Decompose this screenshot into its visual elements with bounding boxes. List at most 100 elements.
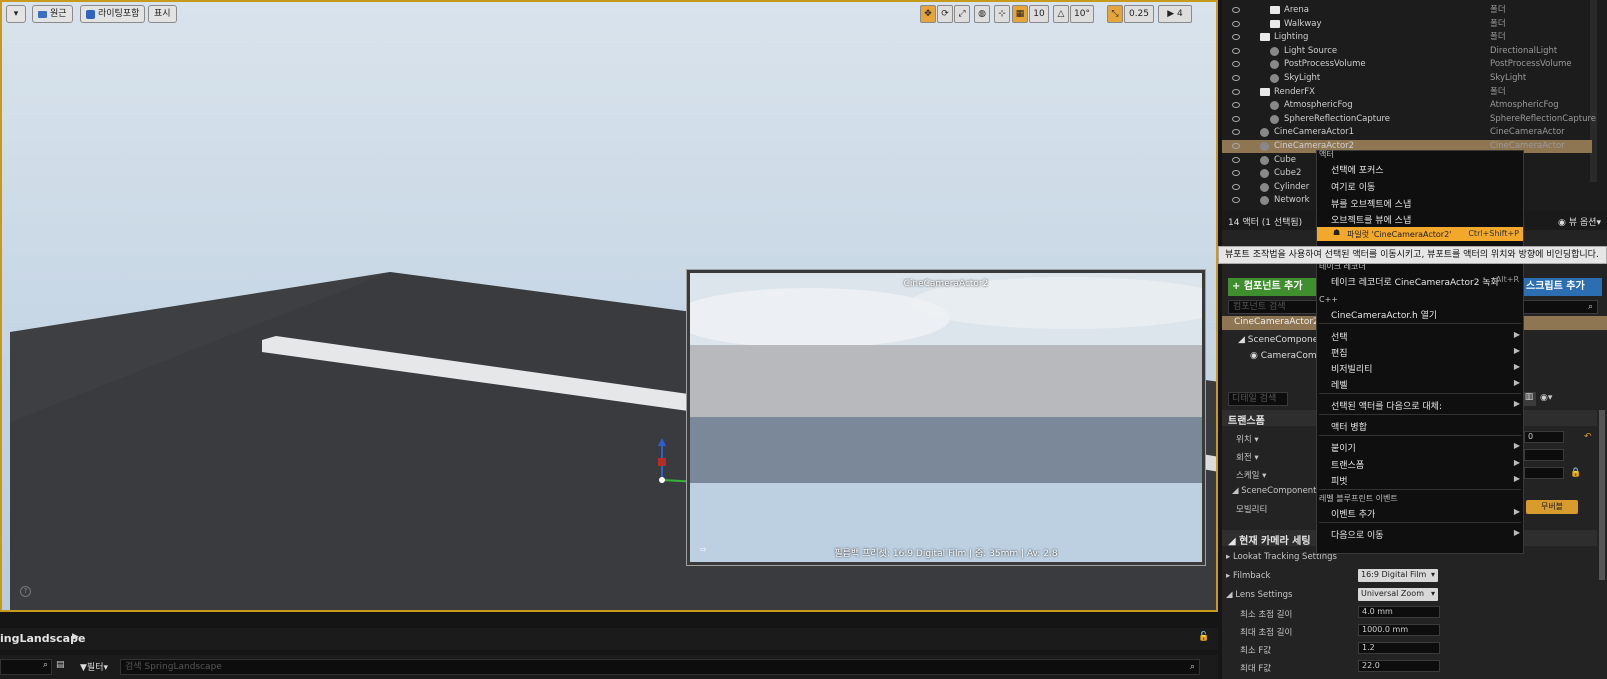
outliner-row-type: SphereReflectionCapture — [1490, 113, 1597, 124]
add-component-button[interactable]: + 컴포넌트 추가 — [1228, 278, 1328, 296]
eye-icon[interactable] — [1232, 88, 1240, 95]
max-fstop-field[interactable]: 22.0 — [1358, 660, 1440, 672]
eye-icon[interactable] — [1232, 129, 1240, 136]
eye-icon[interactable] — [1232, 7, 1240, 13]
menu-item-merge-actors[interactable]: 액터 병합 — [1331, 420, 1367, 433]
lens-settings-row[interactable]: ◢ Lens Settings — [1226, 590, 1292, 600]
lock-icon[interactable]: 🔓 — [1198, 632, 1209, 642]
eye-icon[interactable] — [1232, 115, 1240, 122]
outliner-row[interactable]: Light Source DirectionalLight — [1222, 45, 1592, 58]
surface-snap-icon[interactable]: ⊹ — [994, 5, 1010, 23]
min-focal-field[interactable]: 4.0 mm — [1358, 606, 1440, 618]
outliner-row[interactable]: Walkway 폴더 — [1222, 18, 1592, 31]
menu-item-attach[interactable]: 붙이기 — [1331, 441, 1356, 454]
camera-speed-button[interactable]: ▶ 4 — [1158, 5, 1192, 23]
lighting-mode-button[interactable]: 라이팅포함 — [80, 5, 146, 23]
menu-item-transform[interactable]: 트랜스폼 — [1331, 458, 1364, 471]
eye-icon[interactable] — [1232, 183, 1240, 190]
add-script-button[interactable]: 스크립트 추가 — [1520, 278, 1602, 296]
menu-item-add-event[interactable]: 이벤트 추가 — [1331, 507, 1375, 520]
outliner-row[interactable]: AtmosphericFog AtmosphericFog — [1222, 99, 1592, 112]
menu-item-open-header[interactable]: CineCameraActor.h 열기 — [1331, 308, 1437, 321]
rotation-z-field[interactable] — [1524, 449, 1564, 461]
folder-search-input[interactable]: ⌕ — [0, 659, 52, 675]
eye-icon[interactable] — [1232, 102, 1240, 109]
outliner-row[interactable]: PostProcessVolume PostProcessVolume — [1222, 58, 1592, 71]
reset-arrow-icon[interactable]: ↶ — [1584, 432, 1592, 442]
rotate-tool-icon[interactable]: ⟳ — [937, 5, 953, 23]
menu-item-record-take[interactable]: 테이크 레코더로 CineCameraActor2 녹화 — [1331, 275, 1499, 288]
show-button[interactable]: 표시 — [148, 5, 177, 23]
outliner-row[interactable]: Lighting 폴더 — [1222, 31, 1592, 44]
rotation-label[interactable]: 회전 ▾ — [1236, 451, 1259, 463]
pin-icon[interactable]: ⇨ — [700, 545, 707, 554]
location-z-field[interactable]: 0 — [1524, 431, 1564, 443]
details-scrollbar[interactable] — [1599, 410, 1605, 580]
camera-component-row[interactable]: ◉ CameraComp — [1250, 351, 1322, 361]
outliner-row[interactable]: CineCameraActor1 CineCameraActor — [1222, 126, 1592, 139]
menu-item-select[interactable]: 선택 — [1331, 330, 1348, 343]
location-label[interactable]: 위치 ▾ — [1236, 433, 1259, 445]
scale-tool-icon[interactable]: ⤢ — [954, 5, 970, 23]
actor-count: 14 액터 (1 선택됨) — [1228, 218, 1303, 228]
menu-item-level[interactable]: 레벨 — [1331, 378, 1348, 391]
grid-view-icon[interactable]: ▥ — [1522, 392, 1536, 406]
asset-search-input[interactable]: 검색 SpringLandscape ⌕ — [120, 659, 1200, 675]
rotation-snap-value[interactable]: 10° — [1070, 5, 1094, 23]
help-icon[interactable]: ? — [20, 586, 31, 597]
menu-item-snap-object-to-view[interactable]: 오브젝트를 뷰에 스냅 — [1331, 213, 1411, 226]
eye-icon[interactable] — [1232, 156, 1240, 163]
viewport-menu-button[interactable]: ▾ — [6, 5, 26, 23]
folder-icon — [1270, 6, 1280, 14]
scene-component-row[interactable]: ◢ SceneCompone — [1238, 335, 1318, 345]
eye-icon[interactable] — [1232, 47, 1240, 54]
eye-icon[interactable] — [1232, 75, 1240, 81]
eye-icon[interactable] — [1232, 143, 1240, 149]
menu-item-replace-actor[interactable]: 선택된 액터를 다음으로 대체: — [1331, 399, 1442, 412]
outliner-row[interactable]: Arena 폴더 — [1222, 4, 1592, 17]
filter-button[interactable]: ▼필터▾ — [80, 660, 108, 673]
scale-snap-value[interactable]: 0.25 — [1124, 5, 1154, 23]
menu-item-visibility[interactable]: 비저빌리티 — [1331, 362, 1372, 375]
view-options-button[interactable]: ◉ 뷰 옵션▾ — [1558, 215, 1601, 228]
filmback-row[interactable]: ▸ Filmback — [1226, 571, 1270, 581]
menu-item-move-here[interactable]: 여기로 이동 — [1331, 180, 1375, 193]
scale-label[interactable]: 스케일 ▾ — [1236, 469, 1266, 481]
max-focal-field[interactable]: 1000.0 mm — [1358, 624, 1440, 636]
eye-icon[interactable] — [1232, 20, 1240, 27]
outliner-row-type: 폴더 — [1490, 18, 1506, 29]
menu-item-edit[interactable]: 편집 — [1331, 346, 1348, 359]
eye-icon[interactable] — [1232, 61, 1240, 68]
outliner-row[interactable]: SphereReflectionCapture SphereReflectionC… — [1222, 113, 1596, 126]
menu-item-pivot[interactable]: 피벗 — [1331, 474, 1348, 487]
menu-item-snap-view-to-object[interactable]: 뷰를 오브젝트에 스냅 — [1331, 197, 1411, 210]
mobility-movable-button[interactable]: 무버블 — [1526, 500, 1578, 514]
eye-icon[interactable]: ◉▾ — [1540, 393, 1552, 403]
lock-icon[interactable]: 🔒 — [1570, 468, 1581, 478]
menu-item-focus[interactable]: 선택에 포커스 — [1331, 163, 1384, 176]
world-local-icon[interactable]: ◍ — [974, 5, 990, 23]
grid-snap-icon[interactable]: ▦ — [1012, 5, 1028, 23]
eye-icon[interactable] — [1232, 197, 1240, 204]
grid-snap-value[interactable]: 10 — [1029, 5, 1049, 23]
rotation-snap-icon[interactable]: △ — [1053, 5, 1069, 23]
pilot-shortcut: Ctrl+Shift+P — [1468, 229, 1519, 238]
detail-search-input[interactable]: 디테일 검색 — [1228, 392, 1288, 406]
menu-item-pilot[interactable]: 파일럿 'CineCameraActor2' — [1347, 229, 1451, 240]
lens-preset-dropdown[interactable]: Universal Zoom ▾ — [1358, 588, 1438, 601]
scene-component-group[interactable]: ◢ SceneComponent — [1232, 486, 1317, 496]
translate-tool-icon[interactable]: ✥ — [920, 5, 936, 23]
perspective-button[interactable]: 원근 — [32, 5, 73, 23]
eye-icon[interactable] — [1232, 34, 1240, 41]
scale-z-field[interactable] — [1524, 467, 1564, 479]
filmback-dropdown[interactable]: 16:9 Digital Film ▾ — [1358, 569, 1438, 582]
list-icon[interactable]: ▤ — [56, 660, 65, 670]
outliner-row[interactable]: SkyLight SkyLight — [1222, 72, 1592, 85]
path-arrow-icon[interactable]: ▶ — [72, 632, 79, 642]
min-fstop-field[interactable]: 1.2 — [1358, 642, 1440, 654]
show-label: 표시 — [154, 9, 171, 19]
menu-item-move-to[interactable]: 다음으로 이동 — [1331, 528, 1384, 541]
eye-icon[interactable] — [1232, 170, 1240, 177]
scale-snap-icon[interactable]: ⤡ — [1107, 5, 1123, 23]
outliner-row[interactable]: RenderFX 폴더 — [1222, 86, 1592, 99]
